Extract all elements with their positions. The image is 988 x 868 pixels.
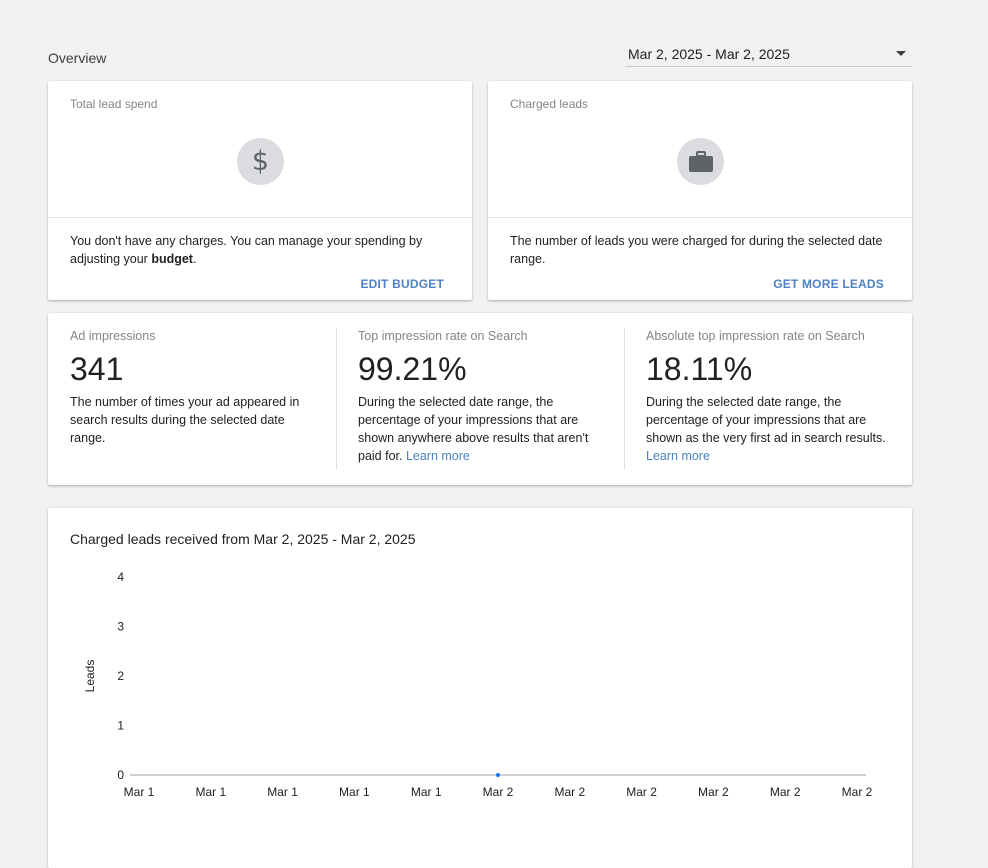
total-lead-spend-card: Total lead spend $ You don't have any ch…: [48, 81, 472, 300]
card-divider: [488, 217, 912, 218]
metric-top-impression-rate: Top impression rate on Search 99.21% Dur…: [358, 313, 608, 485]
y-tick-label: 3: [117, 620, 124, 634]
y-axis-label: Leads: [83, 660, 97, 693]
get-more-leads-button[interactable]: GET MORE LEADS: [773, 277, 884, 291]
x-tick-label: Mar 2: [842, 785, 873, 799]
x-tick-label: Mar 1: [124, 785, 155, 799]
x-tick-label: Mar 1: [267, 785, 298, 799]
charged-leads-chart-card: Charged leads received from Mar 2, 2025 …: [48, 508, 912, 868]
x-tick-label: Mar 1: [195, 785, 226, 799]
metric-ad-impressions: Ad impressions 341 The number of times y…: [70, 313, 320, 485]
y-tick-label: 4: [117, 570, 124, 584]
metric-absolute-top-impression-rate: Absolute top impression rate on Search 1…: [646, 313, 896, 485]
y-tick-label: 1: [117, 719, 124, 733]
x-tick-label: Mar 1: [411, 785, 442, 799]
metric-label: Top impression rate on Search: [358, 329, 528, 343]
metric-description-text: During the selected date range, the perc…: [646, 395, 886, 445]
metric-description: During the selected date range, the perc…: [358, 393, 608, 465]
leads-description: The number of leads you were charged for…: [510, 234, 883, 266]
y-tick-label: 2: [117, 669, 124, 683]
y-tick-label: 0: [117, 768, 124, 782]
charged-leads-card: Charged leads The number of leads you we…: [488, 81, 912, 300]
edit-budget-button[interactable]: EDIT BUDGET: [360, 277, 444, 291]
chevron-down-icon: [896, 51, 906, 56]
x-tick-label: Mar 1: [339, 785, 370, 799]
date-range-value: Mar 2, 2025 - Mar 2, 2025: [628, 46, 790, 62]
card-label: Total lead spend: [70, 97, 158, 111]
card-label: Charged leads: [510, 97, 589, 111]
learn-more-link[interactable]: Learn more: [646, 449, 710, 463]
metric-divider: [336, 328, 337, 470]
metric-label: Absolute top impression rate on Search: [646, 329, 865, 343]
impressions-metrics-card: Ad impressions 341 The number of times y…: [48, 313, 912, 485]
metric-value: 99.21%: [358, 351, 467, 387]
dollar-icon: $: [237, 138, 284, 185]
x-tick-label: Mar 2: [698, 785, 729, 799]
x-tick-label: Mar 2: [554, 785, 585, 799]
metric-description: The number of times your ad appeared in …: [70, 393, 320, 447]
leads-line-chart: Leads 0 1 2 3 4 Mar 1 Mar 1 Mar 1 Mar 1 Mar 1 Mar 2…: [83, 570, 873, 799]
metric-value: 341: [70, 351, 124, 387]
learn-more-link[interactable]: Learn more: [406, 449, 470, 463]
overview-title: Overview: [48, 50, 107, 66]
x-tick-label: Mar 2: [770, 785, 801, 799]
spend-description: You don't have any charges. You can mana…: [70, 232, 450, 268]
data-point: [496, 773, 500, 777]
metric-description-text: The number of times your ad appeared in …: [70, 395, 300, 445]
metric-divider: [624, 328, 625, 470]
metric-value: 18.11%: [646, 351, 753, 387]
metric-label: Ad impressions: [70, 329, 156, 343]
briefcase-icon: [677, 138, 724, 185]
metric-description: During the selected date range, the perc…: [646, 393, 896, 465]
x-tick-label: Mar 2: [626, 785, 657, 799]
description-text: You don't have any charges. You can mana…: [70, 234, 423, 266]
card-divider: [48, 217, 472, 218]
date-range-select[interactable]: Mar 2, 2025 - Mar 2, 2025: [626, 45, 912, 67]
metric-description-text: During the selected date range, the perc…: [358, 395, 589, 463]
x-tick-label: Mar 2: [483, 785, 514, 799]
budget-emphasis: budget: [151, 252, 193, 266]
description-end: .: [192, 252, 197, 266]
